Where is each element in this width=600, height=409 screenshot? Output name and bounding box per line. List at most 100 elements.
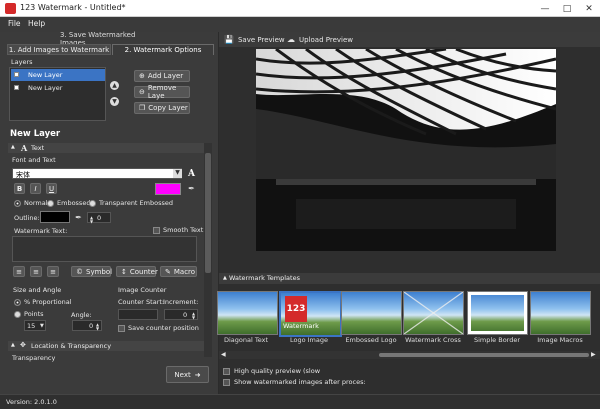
italic-button[interactable]: I xyxy=(30,183,41,194)
cloud-upload-icon: ☁ xyxy=(287,35,295,44)
text-section-header[interactable]: ▲ A Text xyxy=(8,143,206,153)
tab-watermark-options[interactable]: 2. Watermark Options xyxy=(112,44,214,55)
layer-visible-checkbox[interactable] xyxy=(14,85,19,90)
upload-preview-button[interactable]: ☁ Upload Preview xyxy=(287,35,353,44)
copy-icon: ❐ xyxy=(139,104,146,112)
scrollbar-thumb[interactable] xyxy=(379,353,589,357)
scroll-right-icon[interactable]: ▶ xyxy=(591,351,596,358)
save-preview-label: Save Preview xyxy=(237,35,285,44)
next-button[interactable]: Next ➜ xyxy=(166,366,209,383)
template-caption: Diagonal Text xyxy=(223,336,269,344)
layers-list: New Layer New Layer xyxy=(9,67,106,121)
save-preview-button[interactable]: 💾 Save Preview xyxy=(224,35,285,44)
minimize-icon[interactable]: — xyxy=(534,0,556,17)
underline-button[interactable]: U xyxy=(46,183,57,194)
size-proportional-option[interactable]: % Proportional xyxy=(14,298,72,306)
menu-help[interactable]: Help xyxy=(28,19,45,28)
align-left-button[interactable]: ≡ xyxy=(13,266,25,277)
template-caption: Image Macros xyxy=(537,336,583,344)
macro-icon: ✎ xyxy=(165,267,171,276)
outline-color-picker-icon[interactable]: ✒ xyxy=(74,212,83,222)
template-embossed-logo[interactable] xyxy=(341,291,402,335)
move-icon: ✥ xyxy=(20,341,26,349)
left-scrollbar[interactable] xyxy=(204,143,212,357)
macro-button[interactable]: ✎ Macro xyxy=(160,266,197,277)
color-picker-icon[interactable]: ✒ xyxy=(186,183,197,194)
layer-visible-checkbox[interactable] xyxy=(14,72,19,77)
template-caption: Embossed Logo xyxy=(345,336,397,344)
high-quality-option[interactable]: High quality preview (slow xyxy=(223,367,320,375)
location-section-header[interactable]: ▲ ✥ Location & Transparency xyxy=(8,341,206,351)
bold-button[interactable]: B xyxy=(14,183,25,194)
plus-icon: ⊕ xyxy=(139,72,145,80)
template-watermark-cross[interactable] xyxy=(403,291,464,335)
logo-badge: 123 xyxy=(285,296,307,322)
close-icon[interactable]: ✕ xyxy=(578,0,600,17)
angle-label: Angle: xyxy=(71,311,92,319)
increment-spinner[interactable]: 0 ▲ ▼ xyxy=(164,309,198,320)
font-select[interactable]: 宋体 ▼ xyxy=(12,168,182,179)
align-center-button[interactable]: ≡ xyxy=(30,266,42,277)
smooth-text-option[interactable]: Smooth Text xyxy=(153,226,203,234)
checkbox-icon xyxy=(153,226,160,234)
font-dialog-icon[interactable]: A xyxy=(186,168,197,179)
move-up-icon[interactable]: ▲ xyxy=(110,81,119,90)
template-logo-image[interactable]: 123 Watermark xyxy=(279,291,342,337)
counter-button[interactable]: ↕ Counter xyxy=(116,266,158,277)
size-points-option[interactable]: Points xyxy=(14,310,44,318)
template-diagonal-text[interactable] xyxy=(217,291,278,335)
style-transparent-option[interactable]: Transparent Embossed xyxy=(89,199,173,207)
style-normal-option[interactable]: Normal xyxy=(14,199,48,207)
align-right-icon: ≡ xyxy=(50,267,56,276)
tab-save-watermarked[interactable]: 3. Save Watermarked Images xyxy=(60,31,160,47)
text-color-swatch[interactable] xyxy=(155,183,181,195)
radio-icon xyxy=(14,298,21,306)
maximize-icon[interactable]: □ xyxy=(556,0,578,17)
templates-header[interactable]: ▲ Watermark Templates xyxy=(219,273,600,284)
symbol-button[interactable]: © Symbol xyxy=(71,266,112,277)
list-item[interactable]: New Layer xyxy=(11,82,105,94)
show-after-option[interactable]: Show watermarked images after proces: xyxy=(223,378,366,386)
watermark-text-input[interactable] xyxy=(12,236,197,262)
collapse-icon[interactable]: ▲ xyxy=(223,275,227,281)
size-spinner[interactable]: 15 ▼ xyxy=(24,320,46,331)
move-down-icon[interactable]: ▼ xyxy=(110,97,119,106)
size-value: 15 xyxy=(27,322,36,330)
radio-icon xyxy=(89,199,96,207)
counter-start-input[interactable] xyxy=(118,309,158,320)
list-item[interactable]: New Layer xyxy=(11,69,105,81)
tab-add-images[interactable]: 1. Add Images to Watermark xyxy=(7,44,111,55)
remove-layer-button[interactable]: ⊖ Remove Laye xyxy=(134,84,190,100)
save-counter-option[interactable]: Save counter position xyxy=(118,324,199,332)
spin-down-icon[interactable]: ▼ xyxy=(90,219,93,224)
menu-file[interactable]: File xyxy=(8,19,21,28)
upload-preview-label: Upload Preview xyxy=(299,35,354,44)
templates-scrollbar[interactable]: ◀ ▶ xyxy=(219,351,600,359)
spin-down-icon[interactable]: ▼ xyxy=(192,315,195,320)
copy-layer-button[interactable]: ❐ Copy Layer xyxy=(134,102,190,114)
preview-photo xyxy=(256,49,556,251)
text-icon: A xyxy=(21,143,28,153)
chevron-down-icon[interactable]: ▼ xyxy=(40,323,44,329)
angle-spinner[interactable]: 0 ▲ ▼ xyxy=(72,320,102,331)
template-simple-border[interactable] xyxy=(467,291,528,335)
collapse-icon[interactable]: ▲ xyxy=(11,144,15,150)
transparency-label: Transparency xyxy=(12,354,56,362)
collapse-icon[interactable]: ▲ xyxy=(11,342,15,348)
layer-label: New Layer xyxy=(28,84,63,92)
template-image-macros[interactable] xyxy=(530,291,591,335)
counter-label: Counter xyxy=(129,267,158,276)
window-title: 123 Watermark - Untitled* xyxy=(20,3,126,12)
align-right-button[interactable]: ≡ xyxy=(47,266,59,277)
scrollbar-thumb[interactable] xyxy=(205,153,211,273)
spin-down-icon[interactable]: ▼ xyxy=(96,326,99,331)
remove-layer-label: Remove Laye xyxy=(147,84,177,100)
style-embossed-option[interactable]: Embossed xyxy=(47,199,90,207)
outline-color-swatch[interactable] xyxy=(40,211,70,223)
angle-value: 0 xyxy=(89,322,94,330)
scroll-left-icon[interactable]: ◀ xyxy=(221,351,226,358)
chevron-down-icon[interactable]: ▼ xyxy=(173,169,182,178)
title-bar: 123 Watermark - Untitled* — □ ✕ xyxy=(0,0,600,17)
outline-spinner[interactable]: ▲ 0 ▼ xyxy=(87,212,111,224)
add-layer-button[interactable]: ⊕ Add Layer xyxy=(134,70,190,82)
